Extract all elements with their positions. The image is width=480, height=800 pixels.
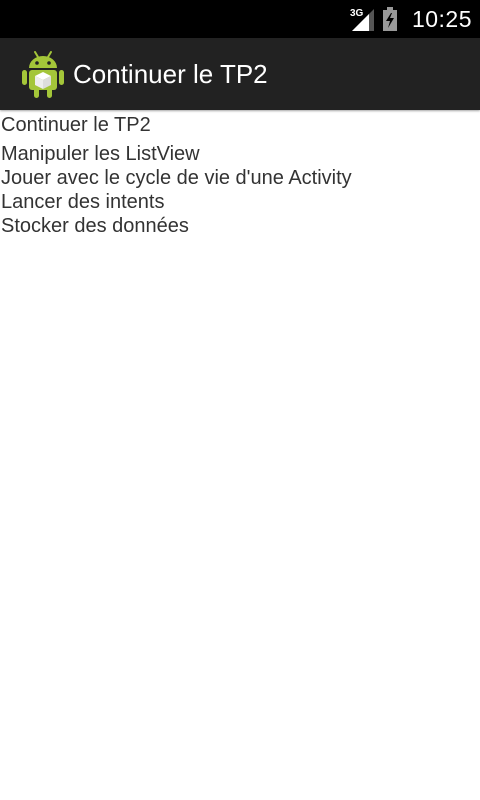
android-icon[interactable]: [21, 49, 65, 99]
status-bar: 3G 10:25: [0, 0, 480, 38]
clock-time: 10:25: [411, 5, 472, 32]
list-item-manipuler-listview[interactable]: Manipuler les ListView: [0, 142, 480, 166]
status-icons: 3G 10:25: [350, 0, 472, 38]
signal-bars-icon: 3G: [350, 8, 374, 31]
page-title: Continuer le TP2: [73, 59, 268, 89]
list-header: Continuer le TP2: [1, 114, 151, 136]
main-content: Continuer le TP2 Manipuler les ListView …: [0, 110, 480, 800]
network-type-label: 3G: [350, 8, 364, 19]
list-item-stocker-donnees[interactable]: Stocker des données: [0, 214, 480, 238]
action-bar: Continuer le TP2: [0, 38, 480, 110]
battery-charging-icon: [382, 7, 397, 31]
list-item-cycle-de-vie[interactable]: Jouer avec le cycle de vie d'une Activit…: [0, 166, 480, 190]
list-item-lancer-intents[interactable]: Lancer des intents: [0, 190, 480, 214]
list-view[interactable]: Manipuler les ListView Jouer avec le cyc…: [0, 142, 480, 238]
